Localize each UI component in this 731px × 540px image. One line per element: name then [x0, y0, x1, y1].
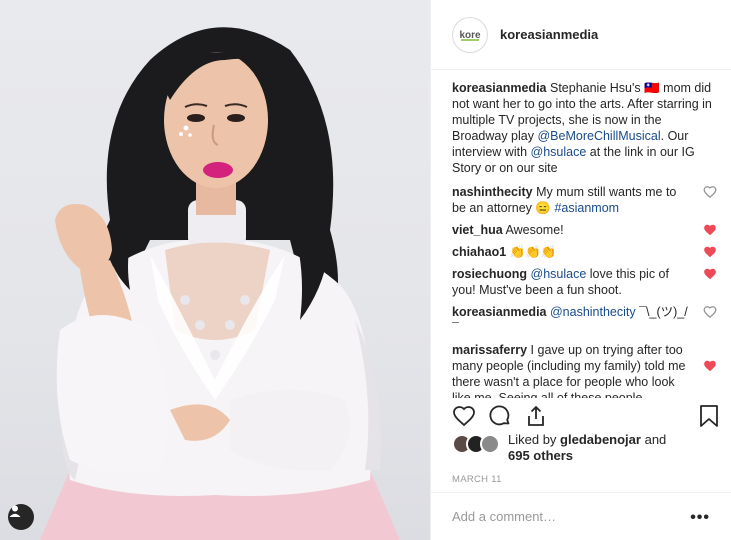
comment-username[interactable]: marissaferry	[452, 343, 527, 357]
caption-username[interactable]: koreasianmedia	[452, 81, 547, 95]
portrait-image	[40, 27, 400, 540]
comment-input[interactable]	[452, 509, 672, 524]
expressionless-emoji-icon: 😑	[535, 201, 551, 215]
comment-item: koreasianmedia @nashinthecity ¯\_(ツ)_/¯	[452, 304, 717, 336]
liker-avatars[interactable]	[452, 434, 504, 456]
mention-link[interactable]: @hsulace	[531, 267, 587, 281]
post-caption: koreasianmedia Stephanie Hsu's 🇹🇼 mom di…	[452, 80, 717, 176]
comment-form: •••	[431, 492, 731, 540]
and-label: and	[644, 432, 667, 447]
comment-item: rosiechuong @hsulace love this pic of yo…	[452, 266, 717, 298]
instagram-post: kore koreasianmedia koreasianmedia Steph…	[0, 0, 731, 540]
post-sidebar: kore koreasianmedia koreasianmedia Steph…	[430, 0, 731, 540]
mention-link[interactable]: @nashinthecity	[550, 305, 636, 319]
heart-outline-icon[interactable]	[703, 185, 717, 199]
likes-text: Liked by gledabenojar and 695 others	[508, 432, 666, 464]
post-username[interactable]: koreasianmedia	[500, 27, 598, 42]
heart-outline-icon[interactable]	[703, 305, 717, 319]
comment-text: Awesome!	[505, 223, 564, 237]
comment-username[interactable]: rosiechuong	[452, 267, 527, 281]
heart-filled-icon[interactable]	[703, 245, 717, 259]
comment-item: marissaferry I gave up on trying after t…	[452, 342, 717, 398]
action-bar	[452, 400, 720, 432]
heart-filled-icon[interactable]	[703, 267, 717, 281]
comment-username[interactable]: koreasianmedia	[452, 305, 547, 319]
clapping-hands-emoji: 👏👏👏	[509, 245, 557, 259]
bookmark-icon[interactable]	[698, 404, 720, 428]
post-photo[interactable]	[0, 0, 430, 540]
comment-item: viet_hua Awesome!	[452, 222, 717, 238]
user-tag-icon[interactable]	[8, 504, 34, 530]
comment-username[interactable]: chiahao1	[452, 245, 506, 259]
heart-filled-icon[interactable]	[703, 223, 717, 237]
post-header: kore koreasianmedia	[431, 0, 731, 70]
liked-by-label: Liked by	[508, 432, 557, 447]
other-likes-count[interactable]: 695 others	[508, 448, 573, 463]
comment-username[interactable]: viet_hua	[452, 223, 503, 237]
comments-list: koreasianmedia Stephanie Hsu's 🇹🇼 mom di…	[452, 80, 717, 398]
taiwan-flag-icon: 🇹🇼	[644, 81, 660, 95]
likes-summary: Liked by gledabenojar and 695 others	[452, 432, 712, 464]
avatar	[480, 434, 500, 454]
heart-filled-icon[interactable]	[703, 359, 717, 373]
heart-outline-icon[interactable]	[452, 404, 476, 428]
hashtag-link[interactable]: #asianmom	[554, 201, 619, 215]
share-icon[interactable]	[524, 404, 548, 428]
post-date[interactable]: MARCH 11	[452, 474, 502, 485]
comment-item: nashinthecity My mum still wants me to b…	[452, 184, 717, 216]
comment-bubble-icon[interactable]	[488, 404, 512, 428]
mention-link[interactable]: @hsulace	[531, 145, 587, 159]
comment-username[interactable]: nashinthecity	[452, 185, 533, 199]
comment-item: chiahao1 👏👏👏	[452, 244, 717, 260]
avatar[interactable]: kore	[452, 16, 488, 53]
more-options-icon[interactable]: •••	[690, 509, 710, 527]
mention-link[interactable]: @BeMoreChillMusical	[537, 129, 660, 143]
liker-username[interactable]: gledabenojar	[560, 432, 641, 447]
caption-text-1: Stephanie Hsu's	[549, 81, 641, 95]
